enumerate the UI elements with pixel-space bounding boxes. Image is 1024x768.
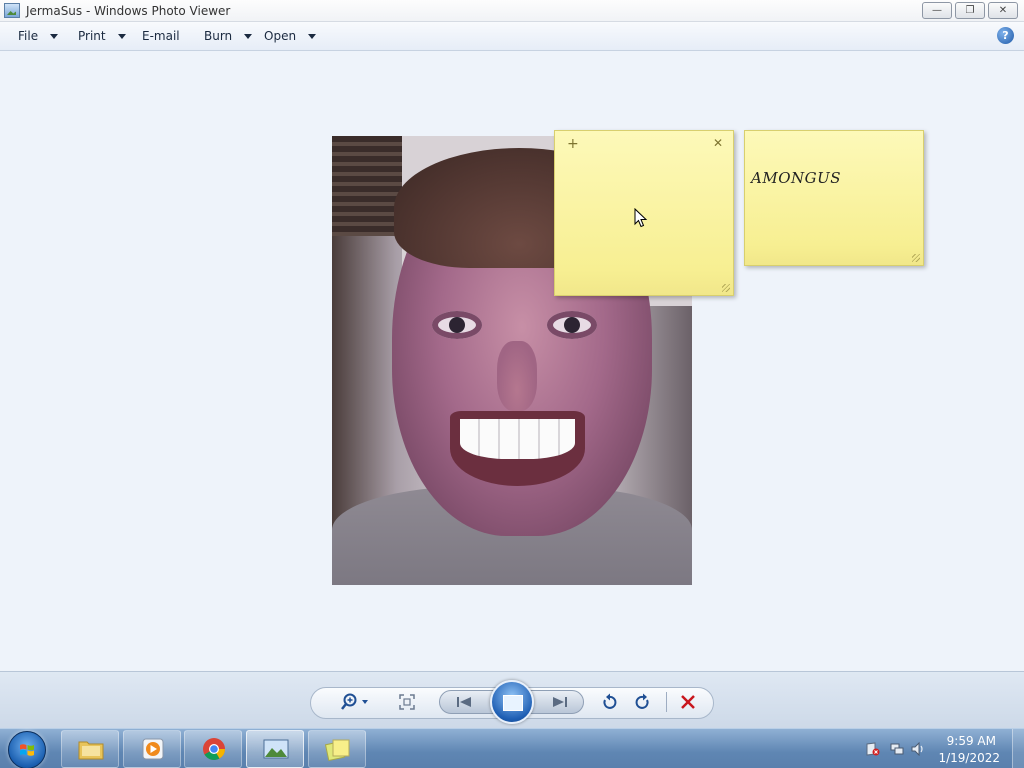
mouse-cursor-icon: [634, 208, 648, 228]
rotate-counterclockwise-button[interactable]: [598, 691, 620, 713]
rotate-counterclockwise-icon: [603, 693, 617, 709]
chrome-icon: [203, 738, 225, 760]
taskbar-photo-viewer[interactable]: [246, 730, 304, 768]
zoom-button[interactable]: [338, 691, 372, 713]
folder-icon: [78, 741, 104, 760]
network-icon[interactable]: [890, 742, 904, 756]
menu-email-label: E-mail: [142, 29, 180, 43]
window-title: JermaSus - Windows Photo Viewer: [26, 4, 231, 18]
media-player-icon: [142, 738, 164, 760]
rotate-clockwise-icon: [635, 693, 649, 709]
menu-open[interactable]: Open: [264, 29, 317, 43]
taskbar-file-explorer[interactable]: [61, 730, 119, 768]
slideshow-button[interactable]: [490, 680, 534, 724]
menu-file[interactable]: File: [18, 29, 59, 43]
action-center-alert-icon[interactable]: [866, 742, 880, 756]
windows-logo-icon: [20, 744, 34, 756]
fit-window-icon: [399, 694, 415, 710]
restore-icon: ❐: [965, 5, 975, 16]
photo-background-blinds: [332, 136, 402, 236]
system-tray: 9:59 AM 1/19/2022: [859, 729, 1024, 768]
menu-burn-label: Burn: [204, 29, 233, 43]
previous-icon: [457, 697, 471, 707]
delete-icon: [681, 695, 695, 709]
menu-file-label: File: [18, 29, 39, 43]
chevron-down-icon: [308, 33, 317, 39]
menu-bar: File Print E-mail Burn Open ?: [0, 22, 1024, 51]
sticky-notes-icon: [325, 739, 350, 761]
photo-viewer-icon: [263, 739, 289, 759]
start-button[interactable]: [8, 731, 46, 768]
taskbar-chrome[interactable]: [184, 730, 242, 768]
title-bar: JermaSus - Windows Photo Viewer — ❐ ✕: [0, 0, 1024, 22]
sticky-note-2[interactable]: AMONGUS: [744, 130, 924, 266]
previous-button[interactable]: [452, 692, 476, 712]
photo-right-eye: [547, 311, 597, 339]
help-button[interactable]: ?: [997, 27, 1014, 44]
photo-teeth: [460, 419, 575, 459]
add-note-icon[interactable]: +: [567, 136, 579, 152]
menu-burn[interactable]: Burn: [204, 29, 253, 43]
photo-left-eye: [432, 311, 482, 339]
clock-date[interactable]: 1/19/2022: [938, 751, 1000, 765]
taskbar: 9:59 AM 1/19/2022: [0, 728, 1024, 768]
menu-print-label: Print: [78, 29, 106, 43]
chevron-down-icon: [244, 33, 253, 39]
volume-icon[interactable]: [911, 742, 925, 756]
photo-viewer-app-icon[interactable]: [4, 3, 20, 18]
image-viewer-area: + ✕ AMONGUS: [0, 51, 1024, 671]
delete-button[interactable]: [677, 691, 699, 713]
actual-size-button[interactable]: [396, 692, 418, 712]
zoom-icon: [341, 693, 368, 710]
close-icon: ✕: [998, 5, 1008, 16]
control-separator: [666, 692, 667, 712]
delete-note-icon[interactable]: ✕: [713, 136, 723, 150]
resize-grip-icon[interactable]: [912, 254, 920, 262]
resize-grip-icon[interactable]: [722, 284, 730, 292]
restore-button[interactable]: ❐: [955, 2, 985, 19]
minimize-button[interactable]: —: [922, 2, 952, 19]
next-button[interactable]: [548, 692, 572, 712]
window-controls: — ❐ ✕: [922, 2, 1018, 19]
next-icon: [553, 697, 567, 707]
close-button[interactable]: ✕: [988, 2, 1018, 19]
minimize-icon: —: [932, 5, 942, 16]
clock-time[interactable]: 9:59 AM: [947, 734, 996, 748]
menu-open-label: Open: [264, 29, 297, 43]
chevron-down-icon: [117, 33, 126, 39]
taskbar-sticky-notes[interactable]: [308, 730, 366, 768]
taskbar-media-player[interactable]: [123, 730, 181, 768]
rotate-clockwise-button[interactable]: [632, 691, 654, 713]
menu-email[interactable]: E-mail: [142, 29, 180, 43]
menu-print[interactable]: Print: [78, 29, 126, 43]
sticky-note-2-text[interactable]: AMONGUS: [751, 169, 841, 187]
chevron-down-icon: [50, 33, 59, 39]
photo-nose: [497, 341, 537, 411]
help-icon: ?: [1002, 29, 1009, 42]
show-desktop-button[interactable]: [1012, 729, 1024, 768]
